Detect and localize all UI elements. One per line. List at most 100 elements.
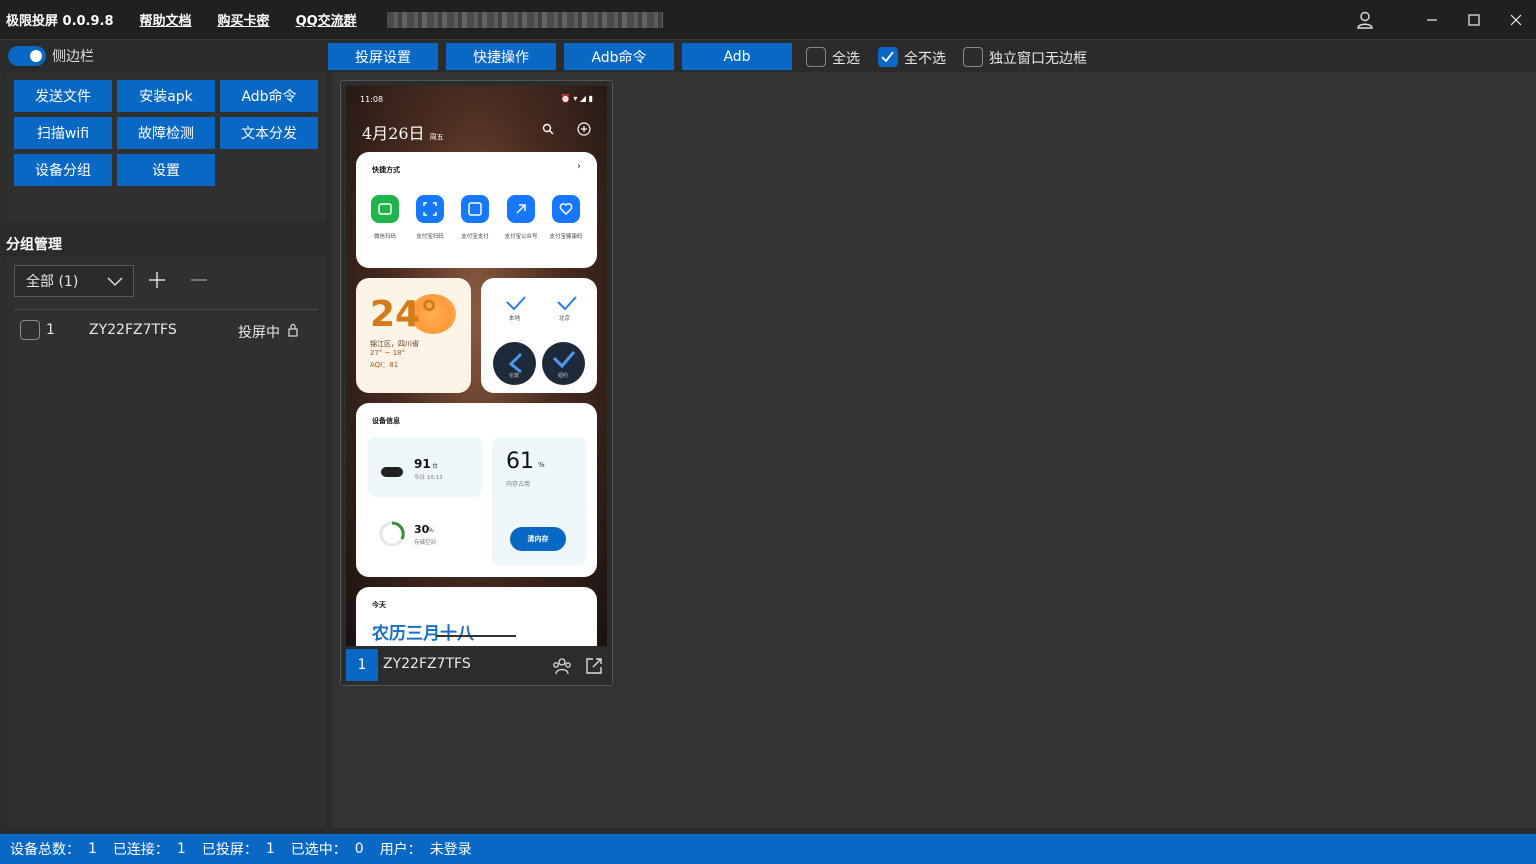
add-group-icon[interactable] bbox=[148, 271, 166, 289]
cast-settings-button[interactable]: 投屏设置 bbox=[328, 43, 438, 70]
shortcut-label: 支付宝公众号 bbox=[504, 234, 538, 240]
check-icon bbox=[881, 51, 894, 63]
weather-location: 锦江区，四川省 bbox=[370, 340, 419, 348]
quick-actions-button[interactable]: 快捷操作 bbox=[446, 43, 556, 70]
storage-card: 30 % 存储空间 bbox=[368, 507, 482, 565]
device-serial: ZY22FZ7TFS bbox=[89, 322, 177, 338]
world-clock-widget: 本地 北京 伦敦 纽约 bbox=[481, 278, 597, 393]
storage-ring-icon bbox=[379, 521, 405, 547]
select-all-label: 全选 bbox=[832, 51, 860, 67]
weather-temp: 24° bbox=[370, 294, 439, 335]
divider bbox=[14, 309, 318, 310]
device-card-index: 1 bbox=[346, 649, 378, 681]
maximize-icon[interactable] bbox=[1462, 8, 1486, 32]
clock-check-icon bbox=[557, 296, 577, 311]
status-total-value: 1 bbox=[88, 841, 97, 857]
minimize-icon[interactable] bbox=[1420, 8, 1444, 32]
group-dropdown[interactable]: 全部 (1) bbox=[14, 265, 134, 297]
alipay-pay-icon bbox=[461, 195, 489, 223]
weather-range: 27° ~ 18° bbox=[370, 349, 406, 357]
clock-label: 纽约 bbox=[558, 373, 569, 379]
alipay-scan-icon bbox=[416, 195, 444, 223]
battery-unit: 台 bbox=[432, 463, 439, 470]
memory-value: 61 bbox=[506, 449, 534, 474]
adb-command-toolbar-button[interactable]: Adb命令 bbox=[564, 43, 674, 70]
phone-date: 4月26日 周五 bbox=[362, 120, 444, 144]
device-list-item[interactable]: 1 ZY22FZ7TFS 投屏中 bbox=[14, 316, 318, 344]
wechat-scan-icon bbox=[371, 195, 399, 223]
status-bar: 设备总数： 1 已连接： 1 已投屏： 1 已选中： 0 用户： 未登录 bbox=[0, 834, 1536, 864]
phone-screen-mirror[interactable]: 11:08 ⏰ ▾ ◢ ▮ 4月26日 周五 快捷方式 › 微信扫码 支付宝扫码… bbox=[346, 86, 607, 646]
text-distribute-button[interactable]: 文本分发 bbox=[220, 117, 318, 149]
send-file-button[interactable]: 发送文件 bbox=[14, 80, 112, 112]
group-management-title: 分组管理 bbox=[6, 237, 62, 253]
clock-label: 伦敦 bbox=[509, 373, 520, 379]
select-all-checkbox[interactable] bbox=[806, 47, 826, 67]
sidebar-toggle-label: 侧边栏 bbox=[52, 49, 94, 65]
device-card-serial: ZY22FZ7TFS bbox=[383, 656, 471, 672]
status-selected-value: 0 bbox=[354, 841, 364, 857]
settings-button[interactable]: 设置 bbox=[117, 154, 215, 186]
device-index: 1 bbox=[46, 322, 55, 338]
device-checkbox[interactable] bbox=[20, 320, 40, 340]
clock-label: 本地 bbox=[509, 316, 521, 322]
status-casting-label: 已投屏： bbox=[201, 842, 258, 858]
fault-check-button[interactable]: 故障检测 bbox=[117, 117, 215, 149]
clock-face: 纽约 bbox=[542, 342, 585, 385]
adb-command-button[interactable]: Adb命令 bbox=[220, 80, 318, 112]
clock-face: 伦敦 bbox=[493, 342, 536, 385]
phone-date-text: 4月26日 bbox=[362, 124, 425, 143]
shortcut-label: 支付宝扫码 bbox=[416, 234, 444, 240]
battery-sub: 今日 10:13 bbox=[414, 475, 443, 481]
clock-check-icon bbox=[506, 296, 526, 311]
buy-key-link[interactable]: 购买卡密 bbox=[218, 10, 270, 29]
search-icon bbox=[542, 123, 554, 135]
close-icon[interactable] bbox=[1504, 8, 1528, 32]
clean-memory-button[interactable]: 清内存 bbox=[510, 527, 566, 551]
phone-status-icons: ⏰ ▾ ◢ ▮ bbox=[560, 94, 593, 103]
health-code-icon bbox=[552, 195, 580, 223]
storage-sub: 存储空间 bbox=[414, 540, 437, 546]
group-users-icon[interactable] bbox=[552, 656, 572, 676]
device-status: 投屏中 bbox=[238, 325, 280, 341]
phone-time: 11:08 bbox=[360, 95, 384, 104]
shortcut-label: 支付宝支付 bbox=[461, 234, 489, 240]
borderless-window-checkbox[interactable] bbox=[963, 47, 983, 67]
remove-group-icon[interactable] bbox=[190, 271, 208, 289]
memory-sub: 内存占用 bbox=[506, 481, 531, 488]
status-selected-label: 已选中： bbox=[290, 842, 347, 858]
help-docs-link[interactable]: 帮助文档 bbox=[140, 10, 192, 29]
lunar-date: 农历三月十八 bbox=[372, 624, 474, 644]
group-dropdown-value: 全部 (1) bbox=[26, 274, 79, 290]
chevron-right-icon: › bbox=[577, 161, 581, 172]
qq-group-link[interactable]: QQ交流群 bbox=[296, 10, 357, 29]
status-user-label: 用户： bbox=[379, 842, 422, 858]
user-icon[interactable] bbox=[1355, 10, 1375, 30]
battery-card: 91 台 今日 10:13 bbox=[368, 437, 482, 497]
device-group-button[interactable]: 设备分组 bbox=[14, 154, 112, 186]
install-apk-button[interactable]: 安装apk bbox=[117, 80, 215, 112]
status-user-value: 未登录 bbox=[429, 842, 472, 858]
title-bar: 极限投屏 0.0.9.8 帮助文档 购买卡密 QQ交流群 bbox=[0, 0, 1536, 40]
battery-value: 91 bbox=[414, 457, 431, 471]
add-circle-icon bbox=[577, 122, 591, 136]
chevron-down-icon bbox=[107, 277, 123, 287]
today-title: 今天 bbox=[372, 601, 386, 609]
lock-icon bbox=[288, 323, 298, 337]
scan-wifi-button[interactable]: 扫描wifi bbox=[14, 117, 112, 149]
gesture-bar bbox=[436, 635, 516, 637]
storage-unit: % bbox=[428, 527, 434, 534]
device-info-widget: 设备信息 91 台 今日 10:13 61 % 内存占用 清内存 30 % 存储… bbox=[356, 403, 597, 577]
shortcuts-title: 快捷方式 bbox=[372, 166, 400, 174]
sidebar-toggle-row: 侧边栏 bbox=[8, 46, 94, 66]
open-external-icon[interactable] bbox=[584, 656, 604, 676]
shortcut-label: 微信扫码 bbox=[373, 234, 396, 240]
adb-button[interactable]: Adb bbox=[682, 43, 792, 70]
weather-widget: 24° 锦江区，四川省 27° ~ 18° AQI：81 bbox=[356, 278, 471, 393]
app-title: 极限投屏 0.0.9.8 bbox=[6, 14, 114, 29]
blurred-info bbox=[386, 11, 663, 28]
phone-weekday: 周五 bbox=[429, 133, 444, 141]
sidebar-toggle[interactable] bbox=[8, 46, 46, 66]
select-none-checkbox[interactable] bbox=[878, 47, 898, 67]
today-widget: 今天 农历三月十八 bbox=[356, 587, 597, 646]
